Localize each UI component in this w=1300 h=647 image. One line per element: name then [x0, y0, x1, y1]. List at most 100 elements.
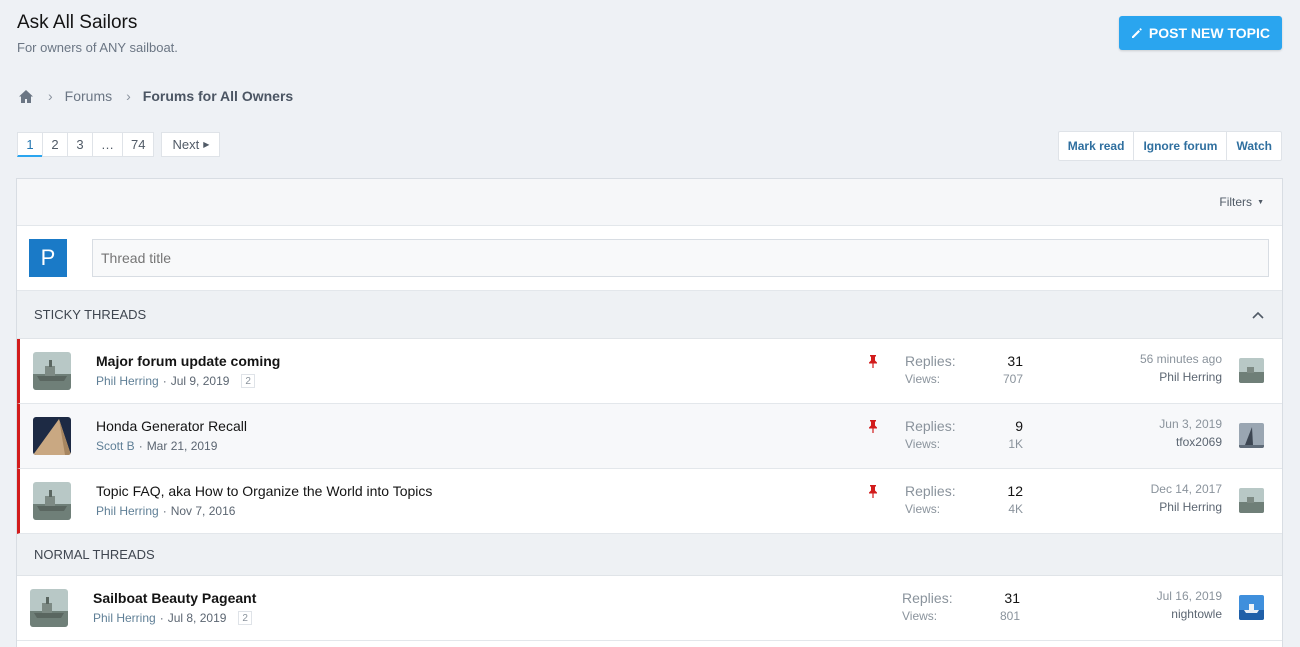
- replies-count: 31: [1004, 590, 1020, 606]
- forum-description: For owners of ANY sailboat.: [17, 40, 178, 55]
- caret-right-icon: ▶: [203, 140, 210, 149]
- views-label: Views:: [905, 372, 941, 386]
- quick-thread: P: [17, 226, 1282, 291]
- last-post-user[interactable]: tfox2069: [1159, 435, 1222, 449]
- breadcrumb: › Forums › Forums for All Owners: [18, 88, 293, 104]
- avatar[interactable]: [33, 352, 71, 390]
- thread-title-link[interactable]: Sailboat Beauty Pageant: [93, 590, 256, 606]
- last-post-date[interactable]: Jun 3, 2019: [1159, 417, 1222, 431]
- avatar[interactable]: [30, 589, 68, 627]
- replies-count: 12: [1007, 483, 1023, 499]
- filter-bar: Filters ▼: [17, 179, 1282, 226]
- table-row[interactable]: Major forum update coming Phil Herring ·…: [17, 339, 1282, 404]
- caret-down-icon[interactable]: ▼: [1257, 199, 1264, 206]
- next-page-label: Next: [172, 137, 200, 152]
- ignore-forum-button[interactable]: Ignore forum: [1134, 132, 1228, 160]
- views-label: Views:: [905, 437, 941, 451]
- thread-author-link[interactable]: Scott B: [96, 439, 135, 453]
- watch-button[interactable]: Watch: [1227, 132, 1281, 160]
- meta-separator: ·: [138, 439, 143, 453]
- pagination: 1 2 3 … 74 Next ▶: [17, 132, 221, 157]
- thread-author-link[interactable]: Phil Herring: [96, 374, 159, 388]
- views-count: 707: [1002, 372, 1023, 386]
- thread-stats: Replies: 12 Views: 4K: [905, 483, 1023, 516]
- last-post: Jul 16, 2019 nightowle: [1157, 589, 1222, 621]
- normal-threads-header: NORMAL THREADS: [17, 534, 1282, 576]
- table-row[interactable]: Sailboat Beauty Pageant Phil Herring · J…: [17, 576, 1282, 641]
- views-label: Views:: [902, 609, 938, 623]
- page-2-link[interactable]: 2: [42, 132, 68, 157]
- meta-separator: ·: [159, 611, 164, 625]
- thread-start-date[interactable]: Jul 9, 2019: [171, 374, 230, 388]
- page-ellipsis[interactable]: …: [92, 132, 123, 157]
- views-count: 801: [999, 609, 1020, 623]
- table-row[interactable]: Topic FAQ, aka How to Organize the World…: [17, 469, 1282, 534]
- last-post: Dec 14, 2017 Phil Herring: [1151, 482, 1222, 514]
- views-count: 1K: [1008, 437, 1023, 451]
- avatar: P: [29, 239, 67, 277]
- replies-label: Replies:: [905, 483, 956, 499]
- thread-stats: Replies: 31 Views: 707: [905, 353, 1023, 386]
- chevron-right-icon: ›: [48, 88, 53, 104]
- mark-read-button[interactable]: Mark read: [1059, 132, 1135, 160]
- last-post: 56 minutes ago Phil Herring: [1140, 352, 1222, 384]
- forum-header: Ask All Sailors For owners of ANY sailbo…: [17, 12, 178, 55]
- pin-icon: [868, 355, 878, 368]
- thread-author-link[interactable]: Phil Herring: [96, 504, 159, 518]
- pencil-icon: [1131, 28, 1142, 38]
- section-title: NORMAL THREADS: [34, 547, 155, 562]
- page-3-link[interactable]: 3: [67, 132, 93, 157]
- last-poster-avatar[interactable]: [1239, 488, 1264, 513]
- meta-separator: ·: [162, 504, 167, 518]
- replies-count: 31: [1007, 353, 1023, 369]
- thread-title-link[interactable]: Topic FAQ, aka How to Organize the World…: [96, 483, 432, 499]
- thread-list: Filters ▼ P STICKY THREADS Major forum u…: [16, 178, 1283, 647]
- replies-label: Replies:: [905, 418, 956, 434]
- filters-button[interactable]: Filters: [1219, 195, 1252, 209]
- thread-title-link[interactable]: Honda Generator Recall: [96, 418, 247, 434]
- thread-page-link[interactable]: 2: [238, 611, 252, 625]
- section-title: STICKY THREADS: [34, 307, 147, 322]
- post-new-topic-button[interactable]: POST NEW TOPIC: [1118, 16, 1282, 50]
- sticky-threads-header[interactable]: STICKY THREADS: [17, 291, 1282, 339]
- thread-author-link[interactable]: Phil Herring: [93, 611, 156, 625]
- thread-stats: Replies: 31 Views: 801: [902, 590, 1020, 623]
- page-1-link[interactable]: 1: [17, 132, 43, 157]
- thread-title-link[interactable]: Major forum update coming: [96, 353, 280, 369]
- chevron-right-icon: ›: [126, 88, 131, 104]
- last-post-date[interactable]: Jul 16, 2019: [1157, 589, 1222, 603]
- last-poster-avatar[interactable]: [1239, 423, 1264, 448]
- last-post: Jun 3, 2019 tfox2069: [1159, 417, 1222, 449]
- pin-icon: [868, 485, 878, 498]
- views-label: Views:: [905, 502, 941, 516]
- table-row[interactable]: Honda Generator Recall Scott B · Mar 21,…: [17, 404, 1282, 469]
- thread-title-input[interactable]: [92, 239, 1269, 277]
- meta-separator: ·: [162, 374, 167, 388]
- replies-label: Replies:: [902, 590, 953, 606]
- forum-actions: Mark read Ignore forum Watch: [1057, 131, 1282, 161]
- chevron-up-icon[interactable]: [1252, 311, 1264, 319]
- last-poster-avatar[interactable]: [1239, 358, 1264, 383]
- pin-icon: [868, 420, 878, 433]
- thread-start-date[interactable]: Jul 8, 2019: [168, 611, 227, 625]
- last-post-date[interactable]: 56 minutes ago: [1140, 352, 1222, 366]
- avatar[interactable]: [33, 482, 71, 520]
- next-page-button[interactable]: Next ▶: [161, 132, 221, 157]
- avatar[interactable]: [33, 417, 71, 455]
- last-post-user[interactable]: Phil Herring: [1140, 370, 1222, 384]
- thread-start-date[interactable]: Mar 21, 2019: [147, 439, 218, 453]
- thread-page-link[interactable]: 2: [241, 374, 255, 388]
- last-post-date[interactable]: Dec 14, 2017: [1151, 482, 1222, 496]
- last-poster-avatar[interactable]: [1239, 595, 1264, 620]
- forum-title: Ask All Sailors: [17, 12, 138, 33]
- breadcrumb-forums[interactable]: Forums: [65, 88, 112, 104]
- home-icon[interactable]: [18, 89, 34, 104]
- last-post-user[interactable]: Phil Herring: [1151, 500, 1222, 514]
- breadcrumb-current[interactable]: Forums for All Owners: [143, 88, 293, 104]
- last-post-user[interactable]: nightowle: [1157, 607, 1222, 621]
- replies-count: 9: [1015, 418, 1023, 434]
- replies-label: Replies:: [905, 353, 956, 369]
- views-count: 4K: [1008, 502, 1023, 516]
- page-74-link[interactable]: 74: [122, 132, 155, 157]
- thread-start-date[interactable]: Nov 7, 2016: [171, 504, 236, 518]
